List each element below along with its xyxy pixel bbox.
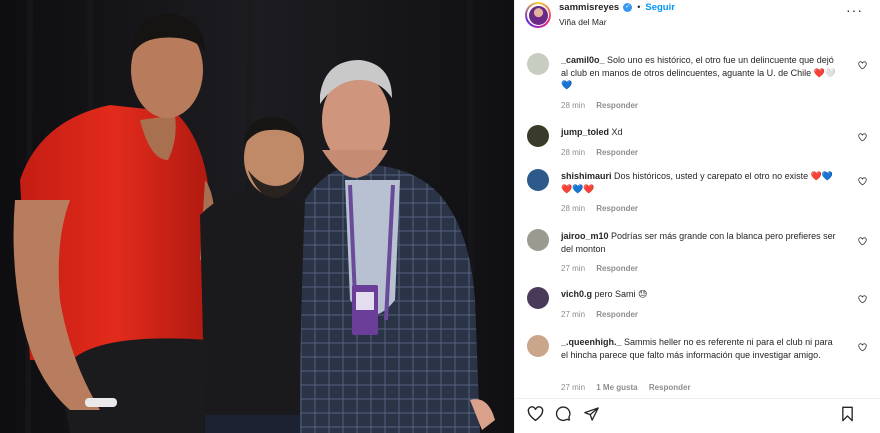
comment-time: 28 min <box>561 147 586 157</box>
comment-likes[interactable]: 1 Me gusta <box>596 383 637 392</box>
comment-meta: 28 min Responder <box>561 204 647 213</box>
comment-meta: 27 min 1 Me gusta Responder <box>561 383 700 392</box>
reply-button[interactable]: Responder <box>596 101 638 110</box>
verified-icon: ✓ <box>623 2 633 12</box>
commenter-avatar[interactable] <box>527 335 549 357</box>
bookmark-icon[interactable] <box>840 406 855 422</box>
heart-icon[interactable] <box>858 343 867 352</box>
post-side-panel: sammisreyes ✓ • Seguir Viña del Mar ··· … <box>514 0 880 433</box>
commenter-avatar[interactable] <box>527 169 549 191</box>
comment-content: Xd <box>611 127 623 137</box>
comment-content: pero Sami 😓 <box>594 289 648 299</box>
comment-time: 28 min <box>561 100 586 110</box>
heart-icon[interactable] <box>858 295 867 304</box>
heart-icon[interactable] <box>858 133 867 142</box>
more-icon[interactable]: ··· <box>846 2 863 18</box>
share-icon[interactable] <box>583 406 600 422</box>
commenter-username[interactable]: _camil0o_ <box>561 55 605 65</box>
post-dialog: sammisreyes ✓ • Seguir Viña del Mar ··· … <box>0 0 880 433</box>
photo-illustration <box>0 0 514 433</box>
commenter-avatar[interactable] <box>527 53 549 75</box>
author-avatar[interactable] <box>525 2 551 28</box>
separator-dot: • <box>637 2 641 12</box>
comment-text: vich0.g pero Sami 😓 <box>561 288 837 301</box>
comment-time: 27 min <box>561 309 586 319</box>
comment-time: 28 min <box>561 204 586 213</box>
commenter-avatar[interactable] <box>527 229 549 251</box>
author-username[interactable]: sammisreyes <box>559 2 619 13</box>
post-header: sammisreyes ✓ • Seguir Viña del Mar ··· <box>515 0 880 36</box>
action-bar <box>515 398 880 428</box>
comment-meta: 27 min Responder <box>561 264 647 273</box>
follow-button[interactable]: Seguir <box>645 2 675 13</box>
comment-meta: 28 min Responder <box>561 101 647 110</box>
comment-text: jairoo_m10 Podrías ser más grande con la… <box>561 230 837 255</box>
reply-button[interactable]: Responder <box>596 148 638 157</box>
heart-icon[interactable] <box>858 237 867 246</box>
comment-time: 27 min <box>561 382 586 392</box>
commenter-username[interactable]: shishimauri <box>561 171 612 181</box>
heart-icon[interactable] <box>527 406 544 422</box>
post-photo[interactable] <box>0 0 514 433</box>
comment-text: _.queenhigh._ Sammis heller no es refere… <box>561 336 837 361</box>
heart-icon[interactable] <box>858 177 867 186</box>
reply-button[interactable]: Responder <box>596 204 638 213</box>
reply-button[interactable]: Responder <box>596 310 638 319</box>
commenter-avatar[interactable] <box>527 287 549 309</box>
heart-icon[interactable] <box>858 61 867 70</box>
comment-meta: 28 min Responder <box>561 148 647 157</box>
post-location[interactable]: Viña del Mar <box>559 17 675 27</box>
commenter-username[interactable]: jump_toled <box>561 127 609 137</box>
comment-text: shishimauri Dos históricos, usted y care… <box>561 170 837 195</box>
comment-text: _camil0o_ Solo uno es histórico, el otro… <box>561 54 837 92</box>
comment-text: jump_toled Xd <box>561 126 837 139</box>
comment-time: 27 min <box>561 264 586 273</box>
commenter-avatar[interactable] <box>527 125 549 147</box>
commenter-username[interactable]: _.queenhigh._ <box>561 337 622 347</box>
commenter-username[interactable]: jairoo_m10 <box>561 231 609 241</box>
comment-meta: 27 min Responder <box>561 310 647 319</box>
reply-button[interactable]: Responder <box>596 264 638 273</box>
reply-button[interactable]: Responder <box>649 383 691 392</box>
comment-icon[interactable] <box>555 406 572 422</box>
commenter-username[interactable]: vich0.g <box>561 289 592 299</box>
